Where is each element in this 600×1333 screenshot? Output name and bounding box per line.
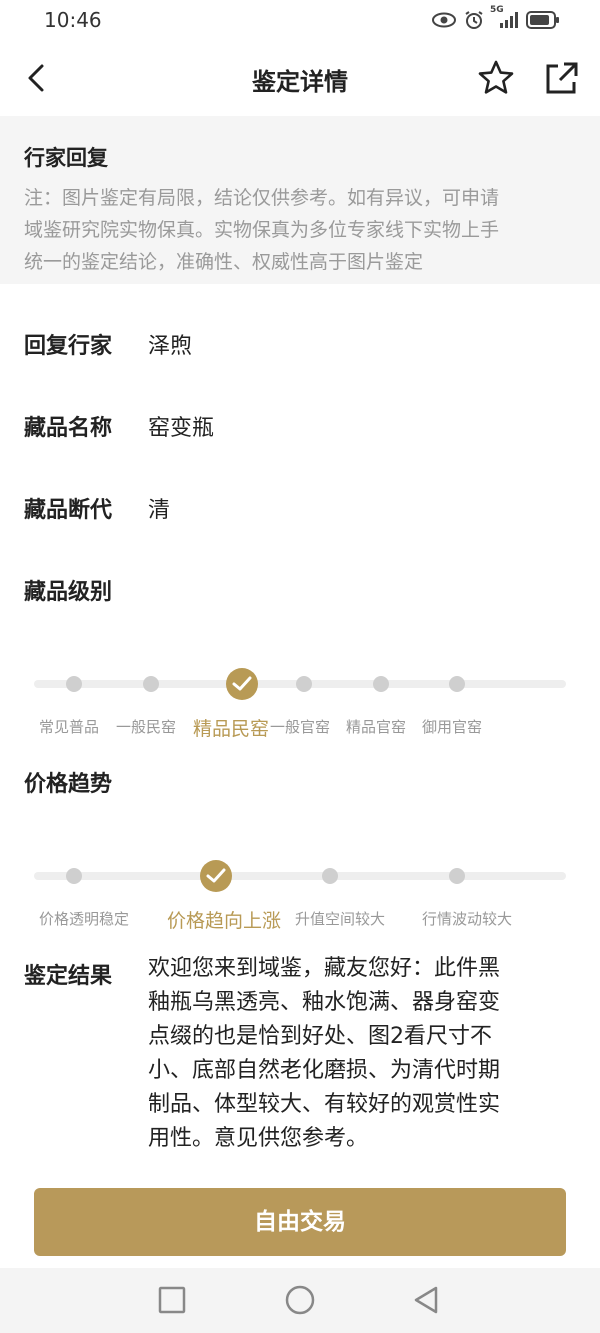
expert-row: 回复行家 泽煦: [24, 328, 584, 360]
eye-icon: [432, 12, 456, 32]
status-bar: 10:46 5G: [0, 0, 600, 40]
grade-label[interactable]: 一般官窑: [270, 716, 330, 737]
grade-label[interactable]: 精品官窑: [346, 716, 406, 737]
grade-label[interactable]: 御用官窑: [422, 716, 482, 737]
result-line: 制品、体型较大、有较好的观赏性实: [148, 1092, 501, 1117]
trend-label[interactable]: 行情波动较大: [422, 908, 512, 929]
notice-line: 域鉴研究院实物保真。实物保真为多位专家线下实物上手: [24, 219, 500, 241]
grade-dot[interactable]: [373, 676, 389, 692]
notice-line: 注：图片鉴定有局限，结论仅供参考。如有异议，可申请: [24, 187, 500, 209]
result-line: 用性。意见供您参考。: [148, 1126, 369, 1151]
grade-dot[interactable]: [143, 676, 159, 692]
result-line: 小、底部自然老化磨损、为清代时期: [148, 1058, 501, 1083]
grade-label[interactable]: 常见普品: [39, 716, 99, 737]
back-nav-icon[interactable]: [410, 1284, 442, 1316]
trend-label[interactable]: 价格透明稳定: [39, 908, 129, 929]
grade-title: 藏品级别: [24, 580, 113, 605]
trend-label-selected[interactable]: 价格趋向上涨: [167, 906, 281, 933]
trend-dot[interactable]: [449, 868, 465, 884]
item-name-row: 藏品名称 窑变瓶: [24, 410, 584, 442]
trend-title: 价格趋势: [24, 772, 113, 797]
grade-selected-check-icon[interactable]: [226, 668, 258, 700]
item-name-value: 窑变瓶: [148, 416, 215, 441]
result-label: 鉴定结果: [24, 964, 113, 989]
trend-track: [34, 872, 566, 880]
grade-label[interactable]: 一般民窑: [116, 716, 176, 737]
star-icon[interactable]: [476, 58, 516, 98]
trend-dot[interactable]: [66, 868, 82, 884]
grade-dot[interactable]: [296, 676, 312, 692]
expert-label: 回复行家: [24, 334, 113, 359]
notice-text: 注：图片鉴定有局限，结论仅供参考。如有异议，可申请 域鉴研究院实物保真。实物保真…: [24, 182, 576, 278]
trend-selected-check-icon[interactable]: [200, 860, 232, 892]
alarm-icon: [464, 10, 484, 34]
result-line: 点缀的也是恰到好处、图2看尺寸不: [148, 1024, 492, 1049]
dynasty-row: 藏品断代 清: [24, 492, 584, 524]
trade-bar: 自由交易: [0, 1176, 600, 1268]
home-icon[interactable]: [284, 1284, 316, 1316]
notice-panel: 行家回复 注：图片鉴定有局限，结论仅供参考。如有异议，可申请 域鉴研究院实物保真…: [0, 116, 600, 284]
result-row: 鉴定结果 欢迎您来到域鉴，藏友您好：此件黑 釉瓶乌黑透亮、釉水饱满、器身窑变 点…: [24, 952, 584, 1156]
result-text: 欢迎您来到域鉴，藏友您好：此件黑 釉瓶乌黑透亮、釉水饱满、器身窑变 点缀的也是恰…: [148, 952, 552, 1156]
result-line: 欢迎您来到域鉴，藏友您好：此件黑: [148, 956, 501, 981]
trade-button[interactable]: 自由交易: [34, 1188, 566, 1256]
system-nav-bar: [0, 1268, 600, 1333]
expert-value: 泽煦: [148, 334, 193, 359]
dynasty-value: 清: [148, 498, 171, 523]
header: 鉴定详情: [0, 40, 600, 116]
notice-line: 统一的鉴定结论，准确性、权威性高于图片鉴定: [24, 251, 424, 273]
result-line: 釉瓶乌黑透亮、釉水饱满、器身窑变: [148, 990, 501, 1015]
dynasty-label: 藏品断代: [24, 498, 113, 523]
grade-dot[interactable]: [66, 676, 82, 692]
trend-dot[interactable]: [322, 868, 338, 884]
trend-label[interactable]: 升值空间较大: [295, 908, 385, 929]
network-label: 5G: [490, 5, 504, 15]
item-name-label: 藏品名称: [24, 416, 113, 441]
grade-dot[interactable]: [449, 676, 465, 692]
signal-icon: 5G: [490, 5, 518, 33]
share-icon[interactable]: [540, 58, 580, 98]
notice-title: 行家回复: [24, 146, 108, 170]
grade-label-selected[interactable]: 精品民窑: [193, 714, 269, 741]
status-time: 10:46: [44, 8, 102, 32]
recent-apps-icon[interactable]: [156, 1284, 188, 1316]
status-icons: 5G: [432, 5, 560, 34]
battery-icon: [526, 11, 560, 33]
